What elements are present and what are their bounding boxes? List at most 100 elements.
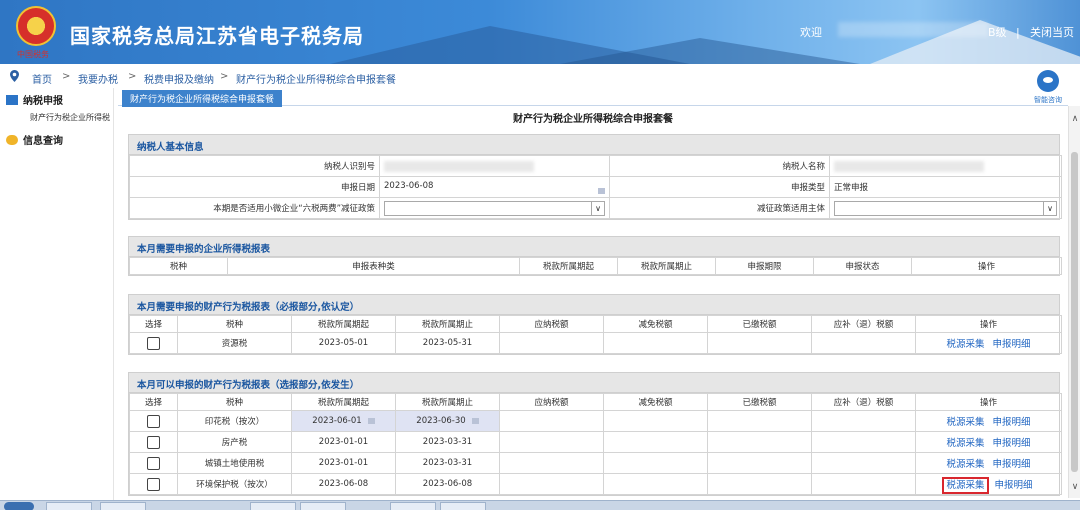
sidebar-item-info-query[interactable]: 信息查询 [6, 132, 63, 147]
declare-detail-link[interactable]: 申报明细 [995, 480, 1033, 491]
breadcrumb-my-tasks[interactable]: 我要办税 [78, 71, 118, 86]
column-header: 减免税额 [603, 315, 708, 333]
breadcrumb-home[interactable]: 首页 [32, 71, 52, 86]
tax-relief [603, 473, 708, 495]
period-end: 2023-03-31 [395, 431, 500, 453]
taskbar-app[interactable] [250, 502, 296, 510]
calendar-icon[interactable] [471, 417, 479, 424]
tax-relief [603, 452, 708, 474]
vertical-scrollbar[interactable]: ∧ ∨ [1068, 106, 1080, 498]
collect-source-link[interactable]: 税源采集 [946, 339, 984, 350]
breadcrumb-current: 财产行为税企业所得税综合申报套餐 [236, 75, 396, 86]
collect-source-link-highlighted[interactable]: 税源采集 [942, 477, 989, 494]
select-cell [129, 452, 178, 474]
scroll-up-icon[interactable]: ∧ [1071, 114, 1079, 124]
taskbar-app[interactable] [440, 502, 486, 510]
tab-combined-declare[interactable]: 财产行为税企业所得税综合申报套餐 [122, 90, 283, 107]
declare-date-field[interactable]: 2023-06-08 [379, 176, 610, 198]
tax-relief [603, 410, 708, 432]
period-start: 2023-06-08 [291, 473, 396, 495]
declare-date-label: 申报日期 [129, 176, 380, 198]
tax-due [811, 410, 916, 432]
taxpayer-name-value [829, 155, 1062, 177]
cit-table: 税种 申报表种类 税款所属期起 税款所属期止 申报期限 申报状态 操作 [129, 257, 1062, 275]
column-header: 申报期限 [715, 257, 814, 275]
row-checkbox[interactable] [147, 456, 160, 470]
sidebar-item-tax-declare[interactable]: 纳税申报 [6, 92, 63, 107]
collect-source-link[interactable]: 税源采集 [946, 459, 984, 470]
header-separator: | [1016, 26, 1020, 39]
table-row: 环境保护税（按次） 2023-06-08 2023-06-08 税源采集 申报明细 [129, 473, 1062, 495]
declare-detail-link[interactable]: 申报明细 [993, 438, 1031, 449]
select-cell [129, 410, 178, 432]
tax-payable [499, 332, 604, 354]
column-header: 申报状态 [813, 257, 912, 275]
welcome-text: 欢迎 [800, 26, 822, 39]
sidebar-item-label: 信息查询 [23, 136, 63, 147]
user-credit-level: B级 | [988, 24, 1020, 40]
declare-detail-link[interactable]: 申报明细 [993, 339, 1031, 350]
breadcrumb-declare-pay[interactable]: 税费申报及缴纳 [144, 71, 214, 86]
os-taskbar [0, 500, 1080, 510]
taxpayer-basic-info: 纳税人基本信息 纳税人识别号 纳税人名称 申报日期 2023-06-08 申报类… [128, 134, 1062, 220]
scroll-down-icon[interactable]: ∨ [1071, 482, 1079, 492]
column-header: 选择 [129, 393, 178, 411]
column-header: 操作 [911, 257, 1062, 275]
declare-type-label: 申报类型 [609, 176, 830, 198]
table-row: 资源税 2023-05-01 2023-05-31 税源采集 申报明细 [129, 332, 1062, 354]
declare-detail-link[interactable]: 申报明细 [993, 417, 1031, 428]
column-header: 减免税额 [603, 393, 708, 411]
period-end: 2023-06-08 [395, 473, 500, 495]
period-start: 2023-01-01 [291, 452, 396, 474]
close-page-button[interactable]: 关闭当页 [1030, 24, 1074, 40]
tax-paid [707, 452, 812, 474]
chat-bubble-icon [6, 135, 18, 145]
row-checkbox[interactable] [147, 336, 160, 350]
scrollbar-thumb[interactable] [1071, 152, 1078, 472]
taskbar-app[interactable] [46, 502, 92, 510]
declare-detail-link[interactable]: 申报明细 [993, 459, 1031, 470]
policy-subject-select[interactable]: ∨ [834, 200, 1057, 216]
collect-source-link[interactable]: 税源采集 [946, 417, 984, 428]
banner-mountain [560, 38, 860, 64]
taskbar-app[interactable] [300, 502, 346, 510]
period-end-field[interactable]: 2023-06-30 [395, 410, 500, 432]
collect-source-link[interactable]: 税源采集 [946, 438, 984, 449]
cit-report-section: 本月需要申报的企业所得税报表 税种 申报表种类 税款所属期起 税款所属期止 申报… [128, 236, 1062, 276]
column-header: 税款所属期止 [395, 393, 500, 411]
policy-select[interactable]: ∨ [384, 200, 605, 216]
operations-cell: 税源采集 申报明细 [915, 410, 1062, 432]
section-title: 本月需要申报的企业所得税报表 [129, 237, 1059, 257]
row-checkbox[interactable] [147, 477, 160, 491]
period-end: 2023-03-31 [395, 452, 500, 474]
table-row: 本期是否适用小微企业“六税两费”减征政策 ∨ 减征政策适用主体 ∨ [129, 197, 1062, 219]
period-start: 2023-01-01 [291, 431, 396, 453]
taxpayer-name-label: 纳税人名称 [609, 155, 830, 177]
table-row: 城镇土地使用税 2023-01-01 2023-03-31 税源采集 申报明细 [129, 452, 1062, 474]
chevron-down-icon: ∨ [1043, 201, 1056, 215]
column-header: 选择 [129, 315, 178, 333]
tax-due [811, 431, 916, 453]
calendar-icon[interactable] [598, 187, 605, 194]
section-title: 纳税人基本信息 [129, 135, 1059, 155]
row-checkbox[interactable] [147, 435, 160, 449]
section-title: 本月需要申报的财产行为税报表（必报部分,依认定） [129, 295, 1059, 315]
optional-property-tax-section: 本月可以申报的财产行为税报表（选报部分,依发生） 选择 税种 税款所属期起 税款… [128, 372, 1062, 496]
sidebar-subitem-property-cit[interactable]: 财产行为税企业所得税 [30, 112, 110, 123]
taskbar-app[interactable] [100, 502, 146, 510]
column-header: 税种 [129, 257, 228, 275]
grid-icon [6, 95, 18, 105]
policy-label: 本期是否适用小微企业“六税两费”减征政策 [129, 197, 380, 219]
left-sidebar: 纳税申报 财产行为税企业所得税 信息查询 [0, 88, 114, 500]
start-button[interactable] [4, 502, 34, 510]
tax-relief [603, 332, 708, 354]
policy-subject-label: 减征政策适用主体 [609, 197, 830, 219]
calendar-icon[interactable] [367, 417, 375, 424]
taskbar-app[interactable] [390, 502, 436, 510]
breadcrumb-separator: > [220, 71, 229, 82]
period-start-field[interactable]: 2023-06-01 [291, 410, 396, 432]
taxpayer-id-label: 纳税人识别号 [129, 155, 380, 177]
table-row: 纳税人识别号 纳税人名称 [129, 155, 1062, 177]
row-checkbox[interactable] [147, 414, 160, 428]
sidebar-item-label: 纳税申报 [23, 96, 63, 107]
